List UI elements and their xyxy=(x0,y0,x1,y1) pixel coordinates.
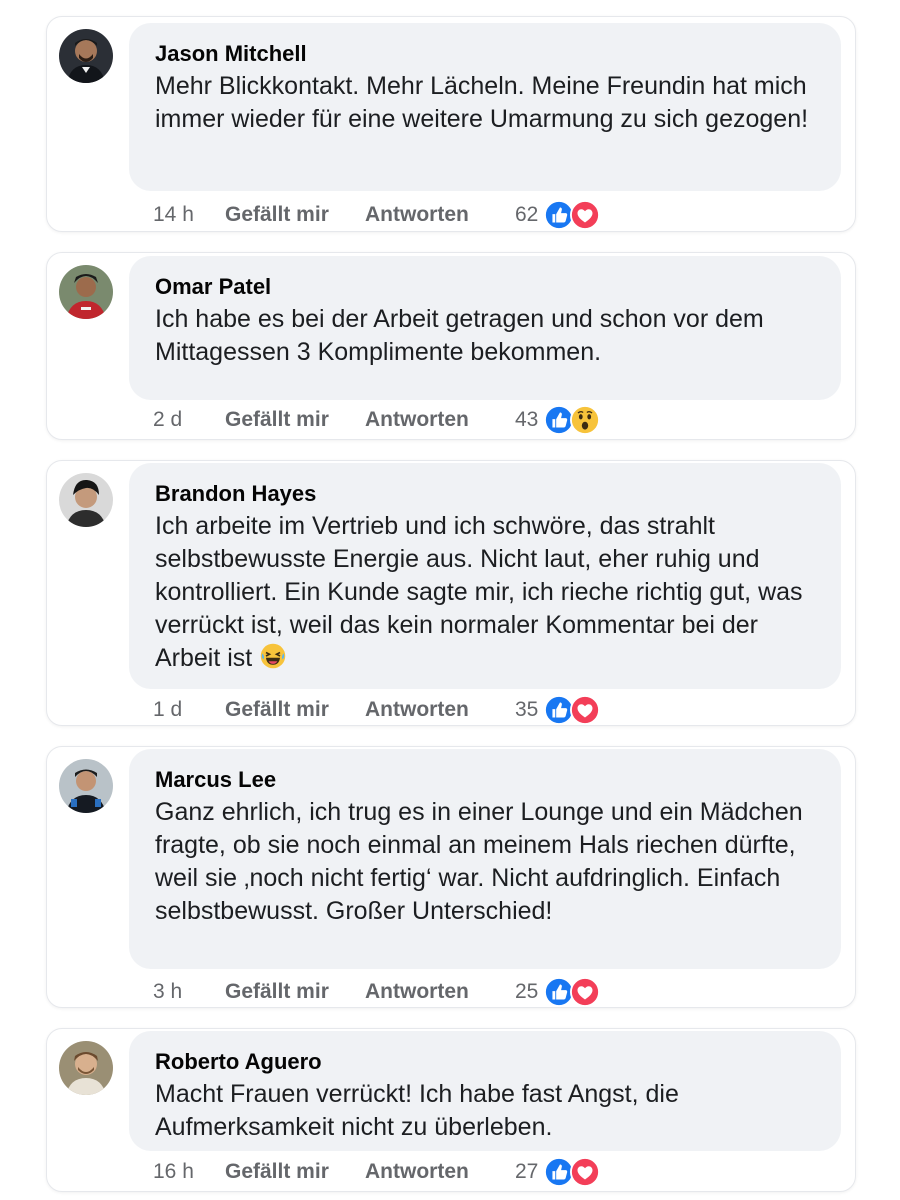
author-name[interactable]: Jason Mitchell xyxy=(155,41,813,67)
reply-button[interactable]: Antworten xyxy=(365,1160,515,1184)
comment-bubble: Roberto Aguero Macht Frauen verrückt! Ic… xyxy=(129,1031,841,1151)
love-icon xyxy=(570,200,600,230)
comment-card: Jason Mitchell Mehr Blickkontakt. Mehr L… xyxy=(46,16,856,232)
avatar[interactable] xyxy=(59,759,113,813)
reply-button[interactable]: Antworten xyxy=(365,408,515,432)
reaction-count[interactable]: 25 xyxy=(515,980,538,1004)
comment-card: Marcus Lee Ganz ehrlich, ich trug es in … xyxy=(46,746,856,1008)
reply-button[interactable]: Antworten xyxy=(365,698,515,722)
author-name[interactable]: Brandon Hayes xyxy=(155,481,813,507)
like-button[interactable]: Gefällt mir xyxy=(225,980,365,1004)
comment-text: Ganz ehrlich, ich trug es in einer Loung… xyxy=(155,798,803,925)
timestamp[interactable]: 16 h xyxy=(153,1160,225,1184)
reactions-summary[interactable] xyxy=(544,977,600,1007)
reactions-summary[interactable] xyxy=(544,695,600,725)
like-button[interactable]: Gefällt mir xyxy=(225,408,365,432)
reaction-count[interactable]: 62 xyxy=(515,203,538,227)
timestamp[interactable]: 1 d xyxy=(153,698,225,722)
laughing-tears-emoji xyxy=(259,642,287,670)
reactions-summary[interactable] xyxy=(544,405,600,435)
reaction-count[interactable]: 43 xyxy=(515,408,538,432)
comment-actions: 2 d Gefällt mir Antworten 43 xyxy=(153,405,600,435)
comment-actions: 3 h Gefällt mir Antworten 25 xyxy=(153,977,600,1007)
comment-text: Mehr Blickkontakt. Mehr Lächeln. Meine F… xyxy=(155,72,809,133)
reaction-count[interactable]: 35 xyxy=(515,698,538,722)
comment-text: Ich arbeite im Vertrieb und ich schwöre,… xyxy=(155,512,803,672)
comment-card: Omar Patel Ich habe es bei der Arbeit ge… xyxy=(46,252,856,440)
avatar[interactable] xyxy=(59,1041,113,1095)
avatar[interactable] xyxy=(59,473,113,527)
reactions-summary[interactable] xyxy=(544,200,600,230)
reply-button[interactable]: Antworten xyxy=(365,980,515,1004)
comment-bubble: Brandon Hayes Ich arbeite im Vertrieb un… xyxy=(129,463,841,689)
comment-text: Macht Frauen verrückt! Ich habe fast Ang… xyxy=(155,1080,679,1141)
love-icon xyxy=(570,695,600,725)
comment-bubble: Omar Patel Ich habe es bei der Arbeit ge… xyxy=(129,256,841,400)
avatar[interactable] xyxy=(59,29,113,83)
comment-card: Brandon Hayes Ich arbeite im Vertrieb un… xyxy=(46,460,856,726)
author-name[interactable]: Marcus Lee xyxy=(155,767,813,793)
comment-bubble: Marcus Lee Ganz ehrlich, ich trug es in … xyxy=(129,749,841,969)
comment-text: Ich habe es bei der Arbeit getragen und … xyxy=(155,305,764,366)
wow-icon xyxy=(570,405,600,435)
like-button[interactable]: Gefällt mir xyxy=(225,698,365,722)
reaction-count[interactable]: 27 xyxy=(515,1160,538,1184)
like-button[interactable]: Gefällt mir xyxy=(225,203,365,227)
timestamp[interactable]: 3 h xyxy=(153,980,225,1004)
timestamp[interactable]: 14 h xyxy=(153,203,225,227)
love-icon xyxy=(570,977,600,1007)
comment-card: Roberto Aguero Macht Frauen verrückt! Ic… xyxy=(46,1028,856,1192)
love-icon xyxy=(570,1157,600,1187)
comment-actions: 14 h Gefällt mir Antworten 62 xyxy=(153,200,600,230)
comment-bubble: Jason Mitchell Mehr Blickkontakt. Mehr L… xyxy=(129,23,841,191)
comment-actions: 1 d Gefällt mir Antworten 35 xyxy=(153,695,600,725)
author-name[interactable]: Omar Patel xyxy=(155,274,813,300)
reply-button[interactable]: Antworten xyxy=(365,203,515,227)
timestamp[interactable]: 2 d xyxy=(153,408,225,432)
comment-actions: 16 h Gefällt mir Antworten 27 xyxy=(153,1157,600,1187)
avatar[interactable] xyxy=(59,265,113,319)
like-button[interactable]: Gefällt mir xyxy=(225,1160,365,1184)
reactions-summary[interactable] xyxy=(544,1157,600,1187)
author-name[interactable]: Roberto Aguero xyxy=(155,1049,813,1075)
